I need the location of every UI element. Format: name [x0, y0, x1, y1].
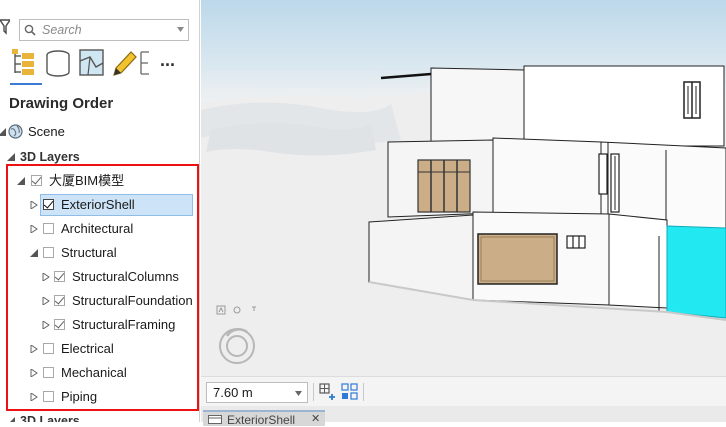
chevron-down-icon[interactable] — [295, 391, 302, 396]
expand-toggle-icon[interactable] — [42, 273, 50, 281]
list-by-data-source-icon[interactable] — [42, 47, 74, 81]
contents-pane: ... Drawing Order Scene 3D Layers 大厦BIM模… — [0, 0, 200, 422]
tree-group-label: 3D Layers — [20, 150, 80, 164]
expand-toggle-icon[interactable] — [42, 321, 50, 329]
view-tab-strip: ExteriorShell ✕ — [201, 406, 726, 426]
tree-item-electrical[interactable]: Electrical — [0, 338, 195, 360]
more-icon[interactable]: ... — [160, 50, 192, 84]
globe-icon — [8, 124, 23, 139]
toolbar-separator — [313, 383, 314, 401]
tree-item-label: StructuralFraming — [72, 317, 176, 332]
expand-toggle-icon[interactable] — [30, 201, 38, 209]
tree-item-architectural[interactable]: Architectural — [0, 218, 195, 240]
layer-visibility-checkbox[interactable] — [54, 319, 65, 330]
contents-view-toolbar: ... — [6, 47, 196, 87]
scene-tab-icon — [208, 415, 222, 424]
tree-item-label: StructuralFoundation — [72, 293, 193, 308]
tree-item-label: Structural — [61, 245, 117, 260]
tree-group-label: 3D Layers — [20, 414, 80, 422]
select-features-icon[interactable] — [341, 383, 359, 401]
layer-visibility-checkbox[interactable] — [43, 343, 54, 354]
expand-toggle-icon[interactable] — [30, 393, 38, 401]
toolbar-separator — [363, 383, 364, 401]
pane-splitter[interactable] — [199, 0, 200, 422]
tree-item-structural-columns[interactable]: StructuralColumns — [0, 266, 199, 288]
search-input[interactable] — [42, 22, 162, 38]
tree-item-mechanical[interactable]: Mechanical — [0, 362, 195, 384]
tree-item-structural[interactable]: Structural — [0, 242, 195, 264]
tree-item-label: Scene — [28, 124, 65, 139]
active-view-indicator — [10, 83, 42, 85]
layer-visibility-checkbox[interactable] — [43, 199, 54, 210]
tree-item-label: Architectural — [61, 221, 134, 236]
layer-visibility-checkbox[interactable] — [54, 271, 65, 282]
search-box[interactable] — [19, 19, 189, 41]
search-icon — [24, 24, 36, 36]
layer-visibility-checkbox[interactable] — [54, 295, 65, 306]
tree-item-label: Mechanical — [61, 365, 127, 380]
scale-value: 7.60 m — [213, 385, 253, 400]
pane-title: Drawing Order — [9, 95, 114, 112]
tree-group-3d-layers-2[interactable]: 3D Layers — [0, 410, 195, 422]
tab-exterior-shell[interactable]: ExteriorShell ✕ — [203, 410, 325, 426]
scene-view[interactable] — [201, 0, 726, 376]
zoom-extent-icon[interactable] — [319, 383, 337, 401]
layer-visibility-checkbox[interactable] — [43, 223, 54, 234]
tree-item-bim-model[interactable]: 大厦BIM模型 — [0, 170, 195, 192]
tree-item-label: ExteriorShell — [61, 197, 135, 212]
tree-item-label: Electrical — [61, 341, 114, 356]
list-by-selection-icon[interactable] — [76, 47, 108, 81]
tree-item-label: StructuralColumns — [72, 269, 179, 284]
tree-item-structural-framing[interactable]: StructuralFraming — [0, 314, 199, 336]
collapse-toggle-icon[interactable] — [7, 417, 15, 422]
scale-selector[interactable]: 7.60 m — [206, 382, 308, 403]
tree-item-label: Piping — [61, 389, 98, 404]
tree-item-piping[interactable]: Piping — [0, 386, 195, 408]
tree-item-label: 大厦BIM模型 — [49, 173, 125, 188]
collapse-toggle-icon[interactable] — [30, 249, 38, 257]
close-icon[interactable]: ✕ — [311, 413, 320, 425]
layer-visibility-checkbox[interactable] — [31, 175, 42, 186]
collapse-toggle-icon[interactable] — [17, 177, 25, 185]
expand-toggle-icon[interactable] — [30, 369, 38, 377]
search-options-dropdown-icon[interactable] — [177, 27, 184, 32]
tab-label: ExteriorShell — [227, 413, 296, 427]
layer-visibility-checkbox[interactable] — [43, 367, 54, 378]
navigator-icon[interactable] — [215, 304, 265, 374]
tree-item-structural-foundation[interactable]: StructuralFoundation — [0, 290, 199, 312]
expand-toggle-icon[interactable] — [30, 225, 38, 233]
3d-scene-render — [201, 65, 726, 376]
layer-visibility-checkbox[interactable] — [43, 247, 54, 258]
tree-group-3d-layers[interactable]: 3D Layers — [0, 146, 195, 168]
filter-icon[interactable] — [0, 19, 10, 35]
tree-item-scene[interactable]: Scene — [0, 121, 195, 143]
scene-status-bar: 7.60 m — [201, 376, 726, 407]
list-by-editing-icon[interactable] — [108, 47, 140, 81]
layer-visibility-checkbox[interactable] — [43, 391, 54, 402]
tree-item-exterior-shell[interactable]: ExteriorShell — [0, 194, 195, 216]
collapse-toggle-icon[interactable] — [7, 153, 15, 161]
expand-toggle-icon[interactable] — [30, 345, 38, 353]
list-by-drawing-order-icon[interactable] — [8, 47, 40, 81]
expand-toggle-icon[interactable] — [0, 128, 6, 136]
expand-toggle-icon[interactable] — [42, 297, 50, 305]
